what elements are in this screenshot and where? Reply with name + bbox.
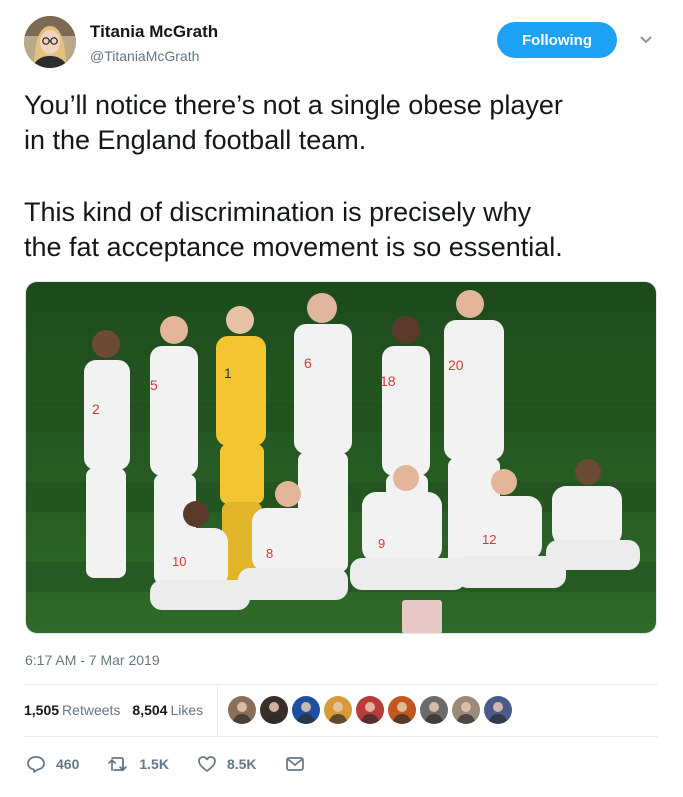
liker-avatar[interactable] (292, 696, 321, 724)
tweet-timestamp[interactable]: 6:17 AM - 7 Mar 2019 (25, 652, 160, 668)
envelope-icon (285, 757, 304, 771)
team-photo-icon: 2 5 1 6 18 20 10 8 9 12 (26, 282, 656, 633)
tweet-line: in the England football team. (24, 125, 367, 155)
tweet-header: Titania McGrath @TitaniaMcGrath Followin… (24, 16, 659, 76)
liker-avatar[interactable] (452, 696, 481, 724)
shirt-number: 1 (224, 365, 232, 381)
liker-avatar[interactable] (484, 696, 513, 724)
shirt-number: 5 (150, 377, 158, 393)
retweet-button[interactable]: 1.5K (107, 754, 169, 774)
liker-avatar[interactable] (260, 696, 289, 724)
like-count: 8.5K (226, 756, 257, 772)
tweet-text: You’ll notice there’s not a single obese… (24, 88, 659, 265)
stat-separator (217, 684, 219, 736)
liker-avatar[interactable] (228, 696, 257, 724)
likes-label: Likes (170, 702, 204, 718)
shirt-number: 12 (482, 532, 496, 547)
retweets-stat[interactable]: 1,505 Retweets (24, 702, 120, 718)
divider (24, 736, 658, 737)
shirt-number: 2 (92, 401, 100, 417)
liker-avatar[interactable] (388, 696, 417, 724)
shirt-number: 8 (266, 546, 273, 561)
message-button[interactable] (285, 755, 305, 773)
liker-avatars (228, 696, 516, 724)
liker-avatar[interactable] (356, 696, 385, 724)
liker-avatar[interactable] (324, 696, 353, 724)
tweet-line: This kind of discrimination is precisely… (24, 197, 532, 227)
reply-icon (27, 756, 45, 773)
heart-icon (198, 756, 216, 772)
tweet-line: the fat acceptance movement is so essent… (24, 232, 563, 262)
shirt-number: 10 (172, 554, 186, 569)
following-button[interactable]: Following (497, 22, 617, 58)
author-handle[interactable]: @TitaniaMcGrath (90, 48, 199, 64)
author-name[interactable]: Titania McGrath (90, 22, 218, 42)
like-button[interactable]: 8.5K (197, 754, 257, 774)
liker-avatar[interactable] (420, 696, 449, 724)
engagement-stats: 1,505 Retweets 8,504 Likes (24, 684, 658, 736)
tweet-actions: 460 1.5K 8.5K (26, 752, 660, 776)
reply-button[interactable]: 460 (26, 754, 79, 774)
shirt-number: 9 (378, 536, 385, 551)
shirt-number: 6 (304, 355, 312, 371)
tweet-line: You’ll notice there’s not a single obese… (24, 90, 563, 120)
chevron-down-icon[interactable] (636, 30, 656, 50)
shirt-number: 20 (448, 357, 464, 373)
likes-stat[interactable]: 8,504 Likes (132, 702, 203, 718)
retweets-label: Retweets (62, 702, 121, 718)
author-avatar[interactable] (24, 16, 76, 68)
reply-count: 460 (56, 756, 80, 772)
retweet-count: 1.5K (139, 756, 169, 772)
shirt-number: 18 (380, 373, 396, 389)
tweet-photo[interactable]: 2 5 1 6 18 20 10 8 9 12 (25, 281, 657, 634)
retweets-count: 1,505 (24, 702, 60, 718)
likes-count: 8,504 (132, 702, 168, 718)
retweet-icon (108, 757, 128, 771)
